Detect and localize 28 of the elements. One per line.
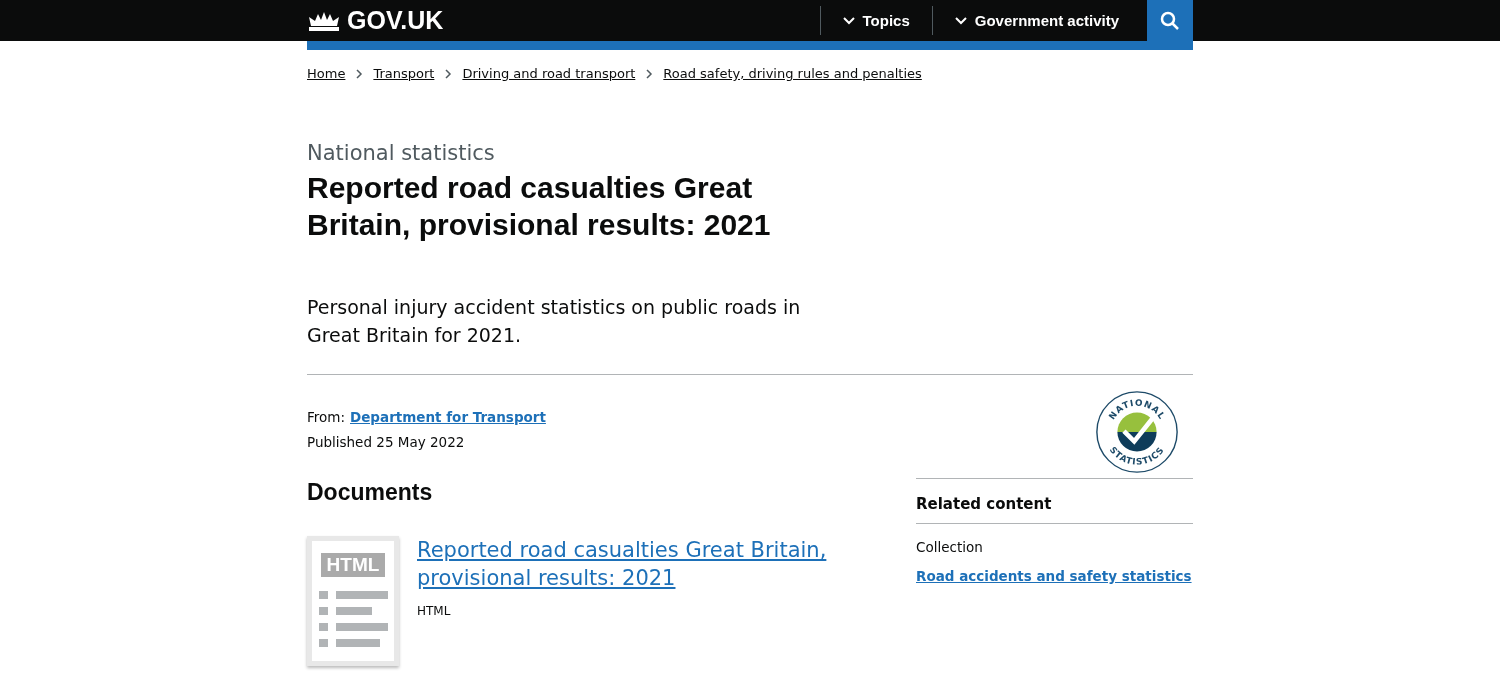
breadcrumb-link[interactable]: Driving and road transport <box>462 66 636 81</box>
gov-uk-logo-link[interactable]: GOV.UK <box>307 6 444 35</box>
page-title: Reported road casualties Great Britain, provisional results: 2021 <box>307 170 772 243</box>
nav-menu-button[interactable]: Government activity <box>931 6 1141 35</box>
published-date: Published 25 May 2022 <box>307 433 466 452</box>
page-description: Personal injury accident statistics on public roads in Great Britain for 2021. <box>307 295 802 348</box>
breadcrumb-link[interactable]: Road safety, driving rules and penalties <box>663 66 922 81</box>
search-button[interactable] <box>1147 0 1193 41</box>
related-content-heading: Related content <box>916 479 1193 524</box>
section-heading: Documents <box>307 479 434 506</box>
breadcrumb-link[interactable]: Home <box>307 66 346 81</box>
list-lines-icon <box>318 591 388 647</box>
search-icon <box>1160 10 1180 31</box>
collection-link[interactable]: Road accidents and safety statistics <box>916 568 1193 584</box>
organisation-link[interactable]: Department for Transport <box>350 405 546 430</box>
chevron-icon <box>954 15 967 26</box>
from-label: From: <box>307 408 345 427</box>
chevron-right-icon <box>355 68 364 79</box>
breadcrumb-link[interactable]: Transport <box>373 66 435 81</box>
collection-label: Collection <box>916 539 984 555</box>
page-caption: National statistics <box>307 141 496 165</box>
document-format: HTML <box>417 604 452 618</box>
nav-menu-button[interactable]: Topics <box>819 6 932 35</box>
chevron-right-icon <box>444 68 453 79</box>
chevron-icon <box>842 15 855 26</box>
chevron-right-icon <box>645 68 654 79</box>
document-link[interactable]: Reported road casualties Great Britain, provisional results: 2021 <box>417 536 867 592</box>
thumbnail-format-label: HTML <box>320 553 386 577</box>
